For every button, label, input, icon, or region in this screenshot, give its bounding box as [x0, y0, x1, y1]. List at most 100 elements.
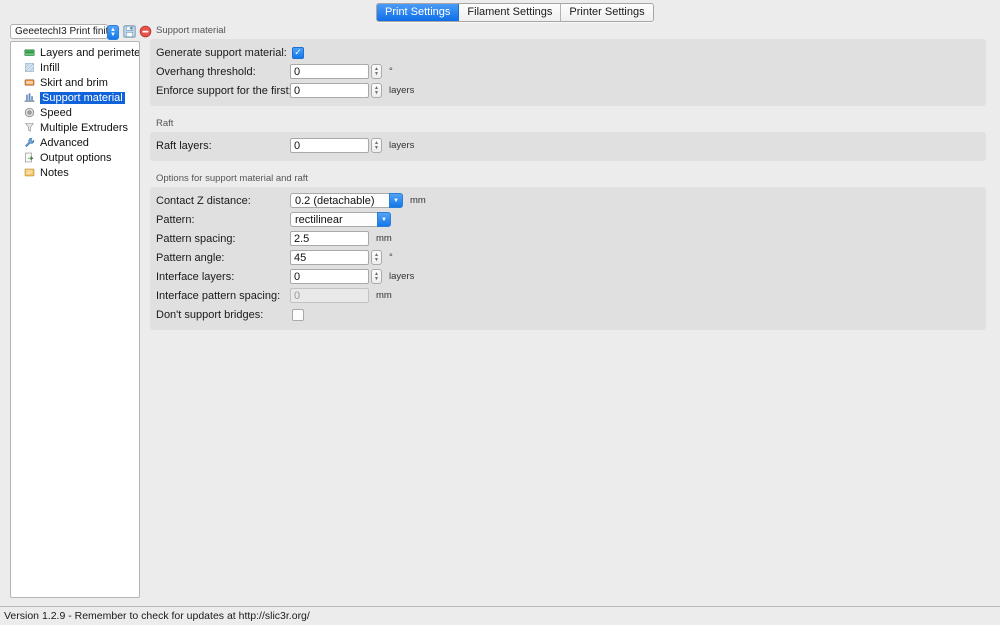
- field-label: Don't support bridges:: [156, 308, 264, 321]
- dont-support-bridges-checkbox[interactable]: [292, 308, 304, 321]
- field-label: Pattern angle:: [156, 251, 225, 264]
- sidebar-item-support-material[interactable]: Support material: [11, 90, 139, 105]
- speed-icon: [24, 107, 35, 118]
- field-label: Raft layers:: [156, 139, 212, 152]
- save-icon[interactable]: [123, 25, 136, 38]
- field-unit: layers: [389, 140, 415, 151]
- wrench-icon: [25, 137, 35, 148]
- group-support-options: Options for support material and raft Co…: [150, 173, 986, 330]
- sidebar-item-infill[interactable]: Infill: [11, 60, 139, 75]
- group-support-material: Support material Generate support materi…: [150, 25, 986, 106]
- field-generate-support-material: Generate support material: ✓: [150, 45, 986, 60]
- preset-value: GeeetechI3 Print finiti...: [15, 26, 107, 37]
- overhang-threshold-input[interactable]: [290, 64, 369, 79]
- interface-layers-input[interactable]: [290, 269, 369, 284]
- group-title: Raft: [156, 118, 174, 129]
- group-raft: Raft Raft layers: ▲▼ layers: [150, 118, 986, 161]
- field-label: Interface layers:: [156, 270, 235, 283]
- field-interface-layers: Interface layers: ▲▼ layers: [150, 269, 986, 284]
- sidebar-item-label: Skirt and brim: [40, 76, 108, 89]
- interface-layers-stepper[interactable]: ▲ ▼: [371, 269, 382, 284]
- field-raft-layers: Raft layers: ▲▼ layers: [150, 138, 986, 153]
- field-label: Overhang threshold:: [156, 65, 256, 78]
- sidebar-item-output-options[interactable]: Output options: [11, 150, 139, 165]
- contact-z-distance-select[interactable]: 0.2 (detachable) ▼: [290, 193, 403, 208]
- settings-panel: Support material Generate support materi…: [150, 25, 986, 342]
- group-body: Generate support material: ✓ Overhang th…: [150, 39, 986, 106]
- field-unit: °: [389, 66, 393, 77]
- preset-combobox[interactable]: GeeetechI3 Print finiti... ▲▼: [10, 24, 119, 40]
- field-label: Interface pattern spacing:: [156, 289, 281, 302]
- group-body: Contact Z distance: 0.2 (detachable) ▼ m…: [150, 187, 986, 330]
- notes-icon: [24, 168, 35, 177]
- extruder-icon: [25, 123, 34, 132]
- sidebar-item-label: Infill: [40, 61, 60, 74]
- field-contact-z-distance: Contact Z distance: 0.2 (detachable) ▼ m…: [150, 193, 986, 208]
- sidebar-item-label: Layers and perimeters: [40, 46, 140, 59]
- settings-category-list[interactable]: Layers and perimeters Infill Skirt and b…: [10, 41, 140, 598]
- enforce-support-input[interactable]: [290, 83, 369, 98]
- sidebar-item-notes[interactable]: Notes: [11, 165, 139, 180]
- status-bar: Version 1.2.9 - Remember to check for up…: [0, 606, 1000, 625]
- field-pattern-spacing: Pattern spacing: mm: [150, 231, 986, 246]
- group-body: Raft layers: ▲▼ layers: [150, 132, 986, 161]
- chevron-down-icon[interactable]: ▼: [389, 193, 403, 208]
- field-unit: mm: [376, 290, 392, 301]
- sidebar-item-label: Output options: [40, 151, 112, 164]
- status-text: Version 1.2.9 - Remember to check for up…: [4, 610, 310, 622]
- field-label: Pattern spacing:: [156, 232, 236, 245]
- field-unit: mm: [410, 195, 426, 206]
- field-label: Generate support material:: [156, 46, 287, 59]
- field-unit: layers: [389, 271, 415, 282]
- support-material-icon: [24, 93, 35, 102]
- field-interface-pattern-spacing: Interface pattern spacing: mm: [150, 288, 986, 303]
- select-value: rectilinear: [295, 213, 343, 226]
- tab-printer-settings[interactable]: Printer Settings: [561, 4, 653, 21]
- sidebar-item-label: Speed: [40, 106, 72, 119]
- sidebar-item-speed[interactable]: Speed: [11, 105, 139, 120]
- interface-pattern-spacing-input[interactable]: [290, 288, 369, 303]
- sidebar-item-advanced[interactable]: Advanced: [11, 135, 139, 150]
- field-overhang-threshold: Overhang threshold: ▲▼ °: [150, 64, 986, 79]
- select-value: 0.2 (detachable): [295, 194, 375, 207]
- preset-toolbar: GeeetechI3 Print finiti... ▲▼: [10, 23, 152, 40]
- group-title: Options for support material and raft: [156, 173, 309, 184]
- pattern-angle-input[interactable]: [290, 250, 369, 265]
- up-down-chevron-icon[interactable]: ▲ ▼: [107, 25, 119, 40]
- settings-tab-group: Print Settings Filament Settings Printer…: [376, 3, 654, 22]
- field-label: Contact Z distance:: [156, 194, 251, 207]
- field-pattern-angle: Pattern angle: ▲▼ °: [150, 250, 986, 265]
- infill-icon: [25, 63, 34, 72]
- field-unit: mm: [376, 233, 392, 244]
- tab-filament-settings[interactable]: Filament Settings: [459, 4, 562, 21]
- field-label: Enforce support for the first:: [156, 84, 292, 97]
- tab-bar: Print Settings Filament Settings Printer…: [0, 0, 1000, 22]
- raft-layers-stepper[interactable]: ▲ ▼: [371, 138, 382, 153]
- sidebar-item-label: Notes: [40, 166, 69, 179]
- generate-support-material-checkbox[interactable]: ✓: [292, 46, 304, 59]
- pattern-spacing-input[interactable]: [290, 231, 369, 246]
- field-unit: layers: [389, 85, 415, 96]
- enforce-support-stepper[interactable]: ▲ ▼: [371, 83, 382, 98]
- group-title: Support material: [156, 25, 226, 36]
- raft-layers-input[interactable]: [290, 138, 369, 153]
- sidebar-item-label: Advanced: [40, 136, 89, 149]
- chevron-down-icon[interactable]: ▼: [377, 212, 391, 227]
- output-options-icon: [25, 152, 34, 163]
- pattern-angle-stepper[interactable]: ▲ ▼: [371, 250, 382, 265]
- tab-print-settings[interactable]: Print Settings: [377, 4, 460, 21]
- sidebar-item-layers-and-perimeters[interactable]: Layers and perimeters: [11, 45, 139, 60]
- overhang-threshold-stepper[interactable]: ▲ ▼: [371, 64, 382, 79]
- sidebar-item-label: Support material: [40, 91, 125, 104]
- sidebar-item-multiple-extruders[interactable]: Multiple Extruders: [11, 120, 139, 135]
- skirt-brim-icon: [24, 79, 35, 86]
- field-enforce-support-first-layers: Enforce support for the first: ▲▼ layers: [150, 83, 986, 98]
- field-dont-support-bridges: Don't support bridges:: [150, 307, 986, 322]
- field-pattern: Pattern: rectilinear ▼: [150, 212, 986, 227]
- sidebar-item-skirt-and-brim[interactable]: Skirt and brim: [11, 75, 139, 90]
- field-unit: °: [389, 252, 393, 263]
- layers-icon: [24, 49, 35, 56]
- field-label: Pattern:: [156, 213, 195, 226]
- pattern-select[interactable]: rectilinear ▼: [290, 212, 391, 227]
- sidebar-item-label: Multiple Extruders: [40, 121, 129, 134]
